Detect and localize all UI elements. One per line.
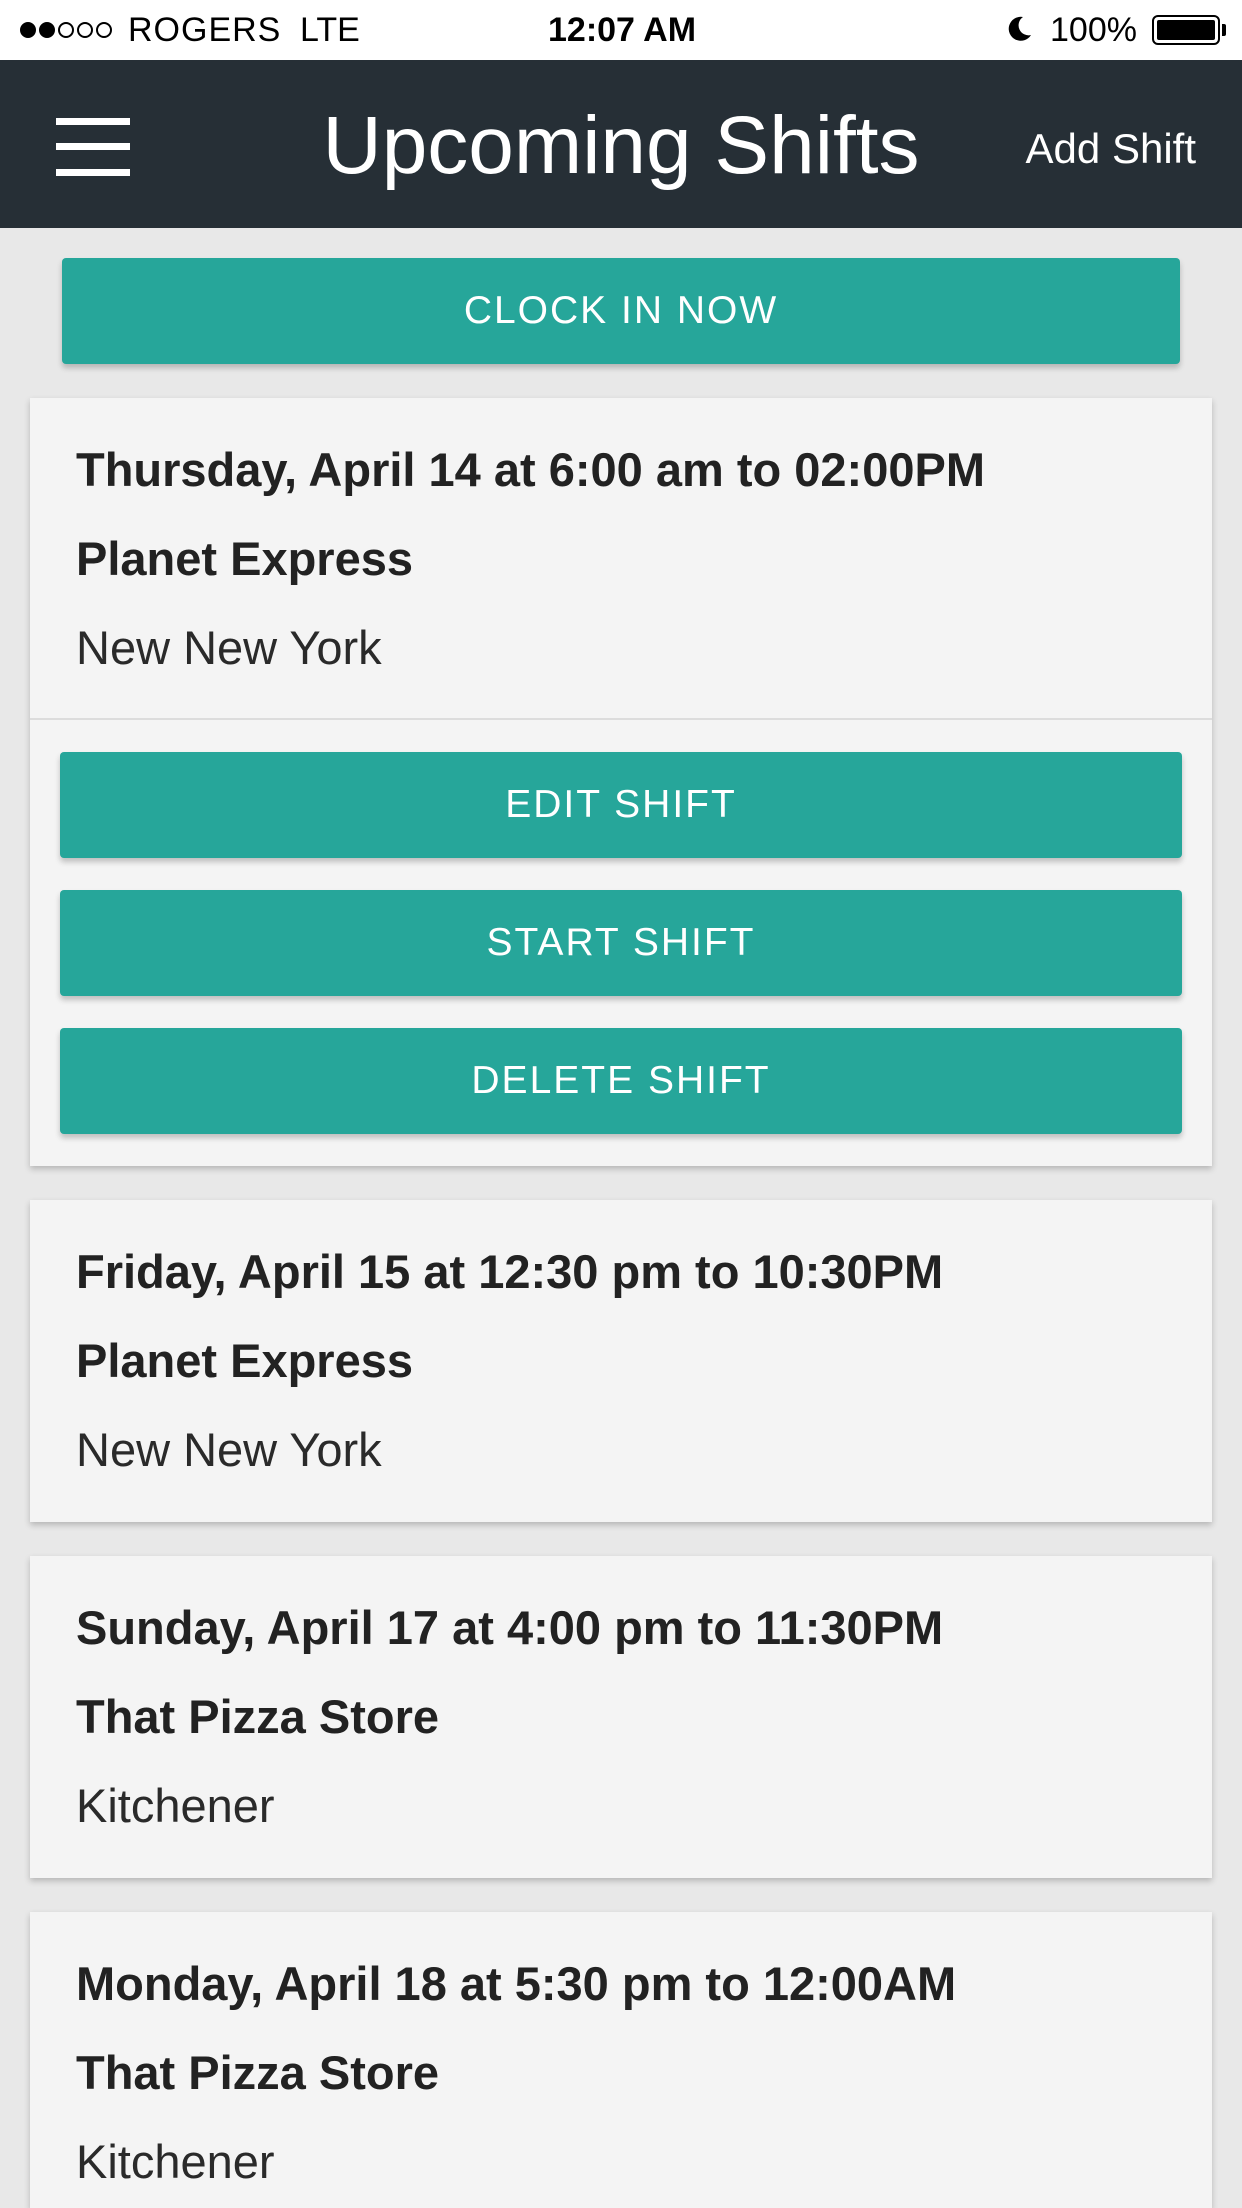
network-type: LTE [300, 11, 360, 49]
card-divider [30, 718, 1212, 720]
shift-datetime: Friday, April 15 at 12:30 pm to 10:30PM [76, 1245, 944, 1298]
shift-location: New New York [76, 621, 382, 674]
shift-card[interactable]: Friday, April 15 at 12:30 pm to 10:30PM … [30, 1200, 1212, 1522]
shift-datetime: Monday, April 18 at 5:30 pm to 12:00AM [76, 1957, 957, 2010]
carrier-name: ROGERS [128, 11, 282, 49]
shift-card[interactable]: Thursday, April 14 at 6:00 am to 02:00PM… [30, 398, 1212, 1166]
shift-employer: That Pizza Store [76, 2046, 440, 2099]
status-bar: ROGERS LTE 12:07 AM 100% [0, 0, 1242, 60]
delete-shift-button[interactable]: DELETE SHIFT [60, 1028, 1182, 1134]
shift-location: Kitchener [76, 1779, 275, 1832]
shift-datetime: Sunday, April 17 at 4:00 pm to 11:30PM [76, 1601, 944, 1654]
shift-card[interactable]: Sunday, April 17 at 4:00 pm to 11:30PM T… [30, 1556, 1212, 1878]
nav-bar: Upcoming Shifts Add Shift [0, 60, 1242, 228]
shift-datetime: Thursday, April 14 at 6:00 am to 02:00PM [76, 443, 985, 496]
shift-location: New New York [76, 1423, 382, 1476]
shift-employer: That Pizza Store [76, 1690, 440, 1743]
shift-card[interactable]: Monday, April 18 at 5:30 pm to 12:00AM T… [30, 1912, 1212, 2208]
status-time: 12:07 AM [548, 11, 697, 49]
shift-employer: Planet Express [76, 532, 414, 585]
moon-icon [1008, 16, 1031, 41]
edit-shift-button[interactable]: EDIT SHIFT [60, 752, 1182, 858]
battery-tip [1222, 24, 1226, 36]
battery-icon [1152, 15, 1220, 45]
battery-percent: 100% [1050, 11, 1137, 49]
shift-employer: Planet Express [76, 1334, 414, 1387]
shift-location: Kitchener [76, 2135, 275, 2188]
signal-dots-icon [20, 22, 112, 38]
start-shift-button[interactable]: START SHIFT [60, 890, 1182, 996]
add-shift-button[interactable]: Add Shift [1026, 114, 1196, 184]
clock-in-button[interactable]: CLOCK IN NOW [62, 258, 1180, 364]
